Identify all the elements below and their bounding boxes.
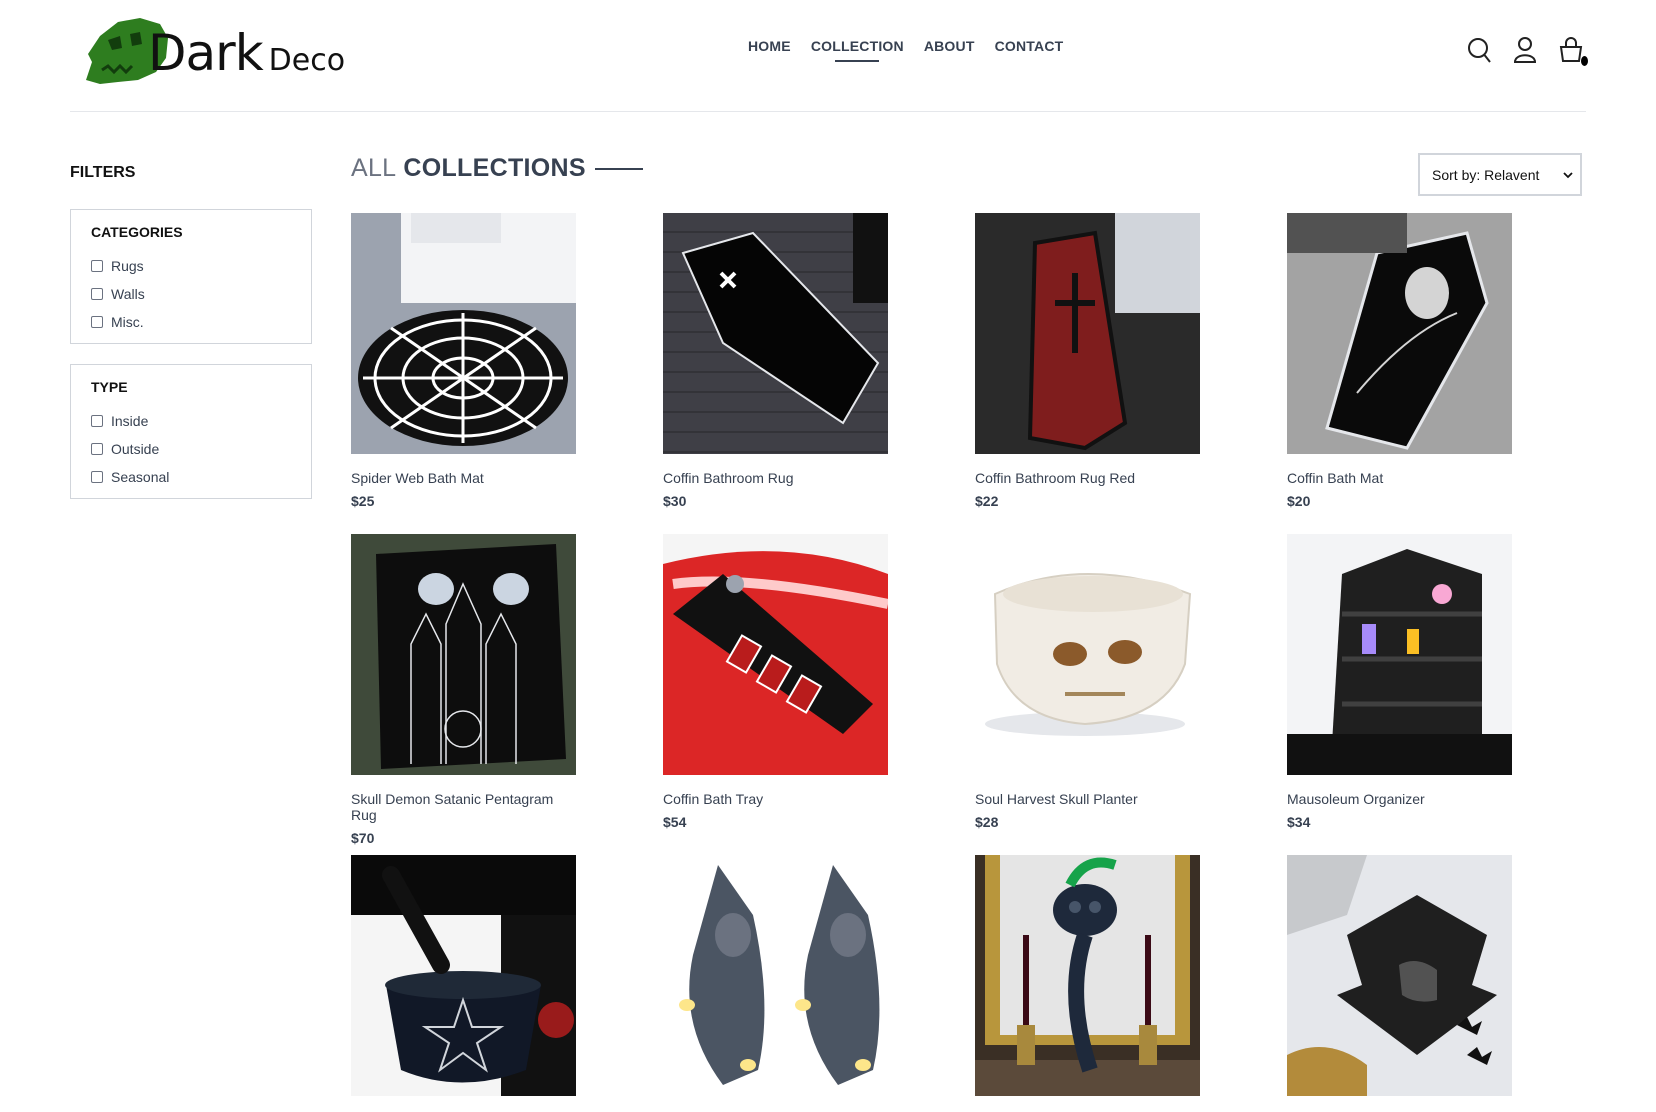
brand-name-deco: Deco	[268, 43, 346, 78]
filter-option-seasonal[interactable]: Seasonal	[91, 463, 291, 491]
nav-collection-label: COLLECTION	[810, 38, 904, 54]
product-name[interactable]: Skull Demon Satanic Pentagram Rug	[351, 791, 577, 823]
product-price: $70	[351, 830, 375, 846]
filter-option-label: Inside	[111, 413, 149, 429]
brand-name-dark: Dark	[148, 24, 264, 82]
product-name[interactable]: Coffin Bath Tray	[663, 791, 889, 807]
filter-option-misc[interactable]: Misc.	[91, 308, 291, 336]
product-card[interactable]: Spider Web Bath Mat $25	[351, 213, 577, 509]
product-card[interactable]	[663, 855, 889, 1112]
site-header: Dark Deco HOME COLLECTION ABOUT CONTACT	[70, 0, 1588, 112]
filters-title[interactable]: FILTERS	[70, 164, 135, 182]
type-filter: TYPE Inside Outside Seasonal	[70, 364, 312, 499]
product-card[interactable]: Coffin Bath Mat $20	[1287, 213, 1513, 509]
user-icon[interactable]	[1512, 36, 1538, 64]
product-card[interactable]: Soul Harvest Skull Planter $28	[975, 534, 1201, 830]
outside-checkbox[interactable]	[91, 443, 103, 455]
cart-icon[interactable]	[1558, 36, 1588, 66]
product-name[interactable]: Coffin Bathroom Rug Red	[975, 470, 1201, 486]
product-image[interactable]	[663, 534, 888, 775]
product-price: $54	[663, 814, 687, 830]
walls-checkbox[interactable]	[91, 288, 103, 300]
collection-title-light: ALL	[351, 154, 397, 182]
product-image[interactable]	[351, 855, 576, 1096]
product-image[interactable]	[351, 213, 576, 454]
nav-home[interactable]: HOME	[748, 38, 791, 62]
product-price: $20	[1287, 493, 1311, 509]
filter-option-rugs[interactable]: Rugs	[91, 252, 291, 280]
nav-contact-label: CONTACT	[994, 38, 1064, 54]
filter-option-label: Outside	[111, 441, 160, 457]
filter-option-label: Seasonal	[111, 469, 170, 485]
product-image[interactable]	[663, 855, 888, 1096]
product-price: $30	[663, 493, 687, 509]
product-image[interactable]	[1287, 855, 1512, 1096]
product-price: $34	[1287, 814, 1311, 830]
product-name[interactable]: Spider Web Bath Mat	[351, 470, 577, 486]
filter-option-label: Rugs	[111, 258, 144, 274]
nav-collection[interactable]: COLLECTION	[811, 38, 904, 62]
main-nav: HOME COLLECTION ABOUT CONTACT	[748, 38, 1063, 62]
product-card[interactable]: Coffin Bath Tray $54	[663, 534, 889, 830]
product-name[interactable]: Coffin Bathroom Rug	[663, 470, 889, 486]
filter-option-inside[interactable]: Inside	[91, 407, 291, 435]
product-card[interactable]: Mausoleum Organizer $34	[1287, 534, 1513, 830]
cart-badge	[1581, 56, 1588, 66]
sort-selected-value: Sort by: Relavent	[1432, 166, 1540, 183]
type-heading: TYPE	[91, 379, 128, 395]
nav-contact[interactable]: CONTACT	[995, 38, 1064, 62]
sort-select[interactable]: Sort by: Relavent	[1418, 153, 1582, 196]
active-nav-indicator	[835, 60, 880, 62]
product-image[interactable]	[351, 534, 576, 775]
product-card[interactable]	[351, 855, 577, 1112]
product-card[interactable]	[975, 855, 1201, 1112]
rugs-checkbox[interactable]	[91, 260, 103, 272]
product-image[interactable]	[1287, 534, 1512, 775]
product-card[interactable]: Coffin Bathroom Rug Red $22	[975, 213, 1201, 509]
nav-home-label: HOME	[748, 38, 791, 54]
seasonal-checkbox[interactable]	[91, 471, 103, 483]
chevron-down-icon	[1563, 172, 1573, 179]
filter-option-label: Walls	[111, 286, 145, 302]
product-image[interactable]	[663, 213, 888, 454]
filter-option-label: Misc.	[111, 314, 144, 330]
product-card[interactable]	[1287, 855, 1513, 1112]
nav-about-label: ABOUT	[923, 38, 975, 54]
search-icon[interactable]	[1466, 36, 1492, 64]
product-price: $25	[351, 493, 375, 509]
title-divider	[594, 167, 643, 170]
product-price: $22	[975, 493, 999, 509]
collection-title: ALL COLLECTIONS	[351, 154, 643, 183]
product-name[interactable]: Mausoleum Organizer	[1287, 791, 1513, 807]
product-name[interactable]: Soul Harvest Skull Planter	[975, 791, 1201, 807]
product-card[interactable]: Coffin Bathroom Rug $30	[663, 213, 889, 509]
filter-option-outside[interactable]: Outside	[91, 435, 291, 463]
nav-about[interactable]: ABOUT	[924, 38, 975, 62]
misc-checkbox[interactable]	[91, 316, 103, 328]
product-card[interactable]: Skull Demon Satanic Pentagram Rug $70	[351, 534, 577, 846]
collection-title-bold: COLLECTIONS	[403, 154, 586, 182]
product-price: $28	[975, 814, 999, 830]
categories-heading: CATEGORIES	[91, 224, 183, 240]
header-actions	[1466, 36, 1588, 66]
product-image[interactable]	[975, 213, 1200, 454]
filter-option-walls[interactable]: Walls	[91, 280, 291, 308]
brand-logo[interactable]: Dark Deco	[78, 14, 345, 86]
product-image[interactable]	[1287, 213, 1512, 454]
product-name[interactable]: Coffin Bath Mat	[1287, 470, 1513, 486]
product-image[interactable]	[975, 855, 1200, 1096]
inside-checkbox[interactable]	[91, 415, 103, 427]
categories-filter: CATEGORIES Rugs Walls Misc.	[70, 209, 312, 344]
product-image[interactable]	[975, 534, 1200, 775]
